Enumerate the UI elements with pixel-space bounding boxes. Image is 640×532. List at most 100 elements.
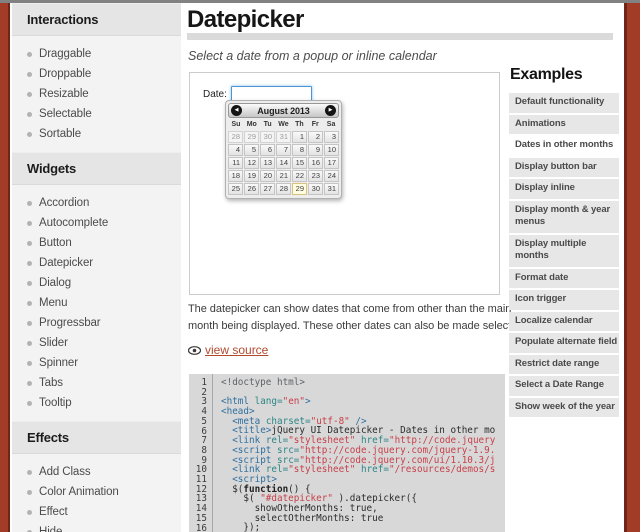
example-item-animations[interactable]: Animations [509, 114, 619, 134]
bullet-icon [27, 340, 32, 346]
sidebar-item-sortable[interactable]: Sortable [12, 124, 181, 144]
calendar-day[interactable]: 4 [228, 144, 243, 156]
calendar-day-other-month[interactable]: 29 [244, 131, 259, 143]
example-item-icon-trigger[interactable]: Icon trigger [509, 290, 619, 310]
calendar-day[interactable]: 25 [228, 183, 243, 195]
sidebar-item-draggable[interactable]: Draggable [12, 44, 181, 64]
calendar-day-today[interactable]: 29 [292, 183, 307, 195]
sidebar-item-label: Accordion [39, 197, 90, 209]
next-month-button[interactable]: ▶ [325, 105, 336, 116]
example-item-populate-alternate-field[interactable]: Populate alternate field [509, 333, 619, 353]
sidebar-item-label: Progressbar [39, 317, 101, 329]
code-token-atv: "en" [282, 396, 305, 408]
date-label: Date: [203, 88, 227, 100]
calendar-day[interactable]: 11 [228, 157, 243, 169]
sidebar-item-datepicker[interactable]: Datepicker [12, 253, 181, 273]
code-token-tag: > [305, 396, 311, 408]
calendar-day[interactable]: 7 [276, 144, 291, 156]
calendar-day[interactable]: 14 [276, 157, 291, 169]
calendar-day-other-month[interactable]: 30 [260, 131, 275, 143]
prev-month-button[interactable]: ◀ [231, 105, 242, 116]
sidebar-item-autocomplete[interactable]: Autocomplete [12, 213, 181, 233]
sidebar-item-label: Selectable [39, 108, 92, 120]
examples-title: Examples [510, 66, 583, 83]
calendar-day[interactable]: 18 [228, 170, 243, 182]
calendar-day[interactable]: 23 [308, 170, 323, 182]
bullet-icon [27, 240, 32, 246]
left-sidebar: Interactions Draggable Droppable Resizable S… [12, 3, 181, 532]
sidebar-item-effect[interactable]: Effect [12, 502, 181, 522]
example-item-default-functionality[interactable]: Default functionality [509, 93, 619, 113]
calendar-day[interactable]: 28 [276, 183, 291, 195]
sidebar-item-resizable[interactable]: Resizable [12, 84, 181, 104]
bullet-icon [27, 360, 32, 366]
example-item-select-a-date-range[interactable]: Select a Date Range [509, 376, 619, 396]
sidebar-item-droppable[interactable]: Droppable [12, 64, 181, 84]
calendar-day[interactable]: 9 [308, 144, 323, 156]
sidebar-item-tooltip[interactable]: Tooltip [12, 393, 181, 413]
sidebar-item-accordion[interactable]: Accordion [12, 193, 181, 213]
calendar-day-headers: Su Mo Tu We Th Fr Sa [228, 120, 339, 129]
bullet-icon [27, 400, 32, 406]
calendar-day-other-month[interactable]: 31 [276, 131, 291, 143]
calendar-day[interactable]: 22 [292, 170, 307, 182]
example-item-restrict-date-range[interactable]: Restrict date range [509, 354, 619, 374]
right-arrow-icon: ▶ [328, 107, 333, 113]
sidebar-section-items: Accordion Autocomplete Button Datepicker Dia… [12, 185, 181, 421]
day-header-tu: Tu [263, 121, 272, 128]
calendar-day[interactable]: 20 [260, 170, 275, 182]
example-item-display-multiple-months[interactable]: Display multiple months [509, 234, 619, 267]
calendar-day[interactable]: 5 [244, 144, 259, 156]
calendar-day[interactable]: 17 [324, 157, 339, 169]
calendar-day[interactable]: 24 [324, 170, 339, 182]
sidebar-item-progressbar[interactable]: Progressbar [12, 313, 181, 333]
view-source-link[interactable]: view source [188, 343, 268, 357]
calendar-day[interactable]: 2 [308, 131, 323, 143]
calendar-day[interactable]: 30 [308, 183, 323, 195]
sidebar-item-selectable[interactable]: Selectable [12, 104, 181, 124]
code-line-numbers: 1 2 3 4 5 6 7 8 9 10 11 12 13 14 15 16 [189, 374, 213, 532]
calendar-day[interactable]: 31 [324, 183, 339, 195]
bullet-icon [27, 200, 32, 206]
calendar-day[interactable]: 19 [244, 170, 259, 182]
sidebar-item-hide[interactable]: Hide [12, 522, 181, 532]
example-item-show-week-of-the-year[interactable]: Show week of the year [509, 397, 619, 417]
calendar-day[interactable]: 16 [308, 157, 323, 169]
calendar-day[interactable]: 26 [244, 183, 259, 195]
main-content: Datepicker Select a date from a popup or… [187, 3, 613, 532]
calendar-day[interactable]: 27 [260, 183, 275, 195]
example-item-display-button-bar[interactable]: Display button bar [509, 157, 619, 177]
code-line-3: <html lang="en"> [221, 397, 505, 407]
calendar-day-other-month[interactable]: 28 [228, 131, 243, 143]
calendar-day[interactable]: 10 [324, 144, 339, 156]
sidebar-item-label: Sortable [39, 128, 82, 140]
sidebar-item-label: Spinner [39, 357, 78, 369]
sidebar-section-interactions: Interactions [12, 3, 181, 36]
line-number: 16 [195, 522, 207, 532]
sidebar-item-button[interactable]: Button [12, 233, 181, 253]
calendar-day[interactable]: 21 [276, 170, 291, 182]
sidebar-item-dialog[interactable]: Dialog [12, 273, 181, 293]
example-item-display-month-year-menus[interactable]: Display month & year menus [509, 200, 619, 233]
calendar-day[interactable]: 8 [292, 144, 307, 156]
sidebar-item-spinner[interactable]: Spinner [12, 353, 181, 373]
calendar-day[interactable]: 15 [292, 157, 307, 169]
examples-list: Default functionality Animations Dates in … [509, 93, 619, 417]
sidebar-item-tabs[interactable]: Tabs [12, 373, 181, 393]
sidebar-item-menu[interactable]: Menu [12, 293, 181, 313]
day-header-we: We [278, 121, 289, 128]
calendar-day[interactable]: 6 [260, 144, 275, 156]
calendar-day[interactable]: 3 [324, 131, 339, 143]
calendar-day[interactable]: 12 [244, 157, 259, 169]
sidebar-item-color-animation[interactable]: Color Animation [12, 482, 181, 502]
calendar-day[interactable]: 1 [292, 131, 307, 143]
month-year-title: August 2013 [257, 106, 310, 116]
example-item-display-inline[interactable]: Display inline [509, 179, 619, 199]
sidebar-item-slider[interactable]: Slider [12, 333, 181, 353]
example-item-dates-in-other-months[interactable]: Dates in other months [509, 136, 619, 156]
bullet-icon [27, 91, 32, 97]
example-item-localize-calendar[interactable]: Localize calendar [509, 311, 619, 331]
calendar-day[interactable]: 13 [260, 157, 275, 169]
example-item-format-date[interactable]: Format date [509, 268, 619, 288]
sidebar-item-add-class[interactable]: Add Class [12, 462, 181, 482]
